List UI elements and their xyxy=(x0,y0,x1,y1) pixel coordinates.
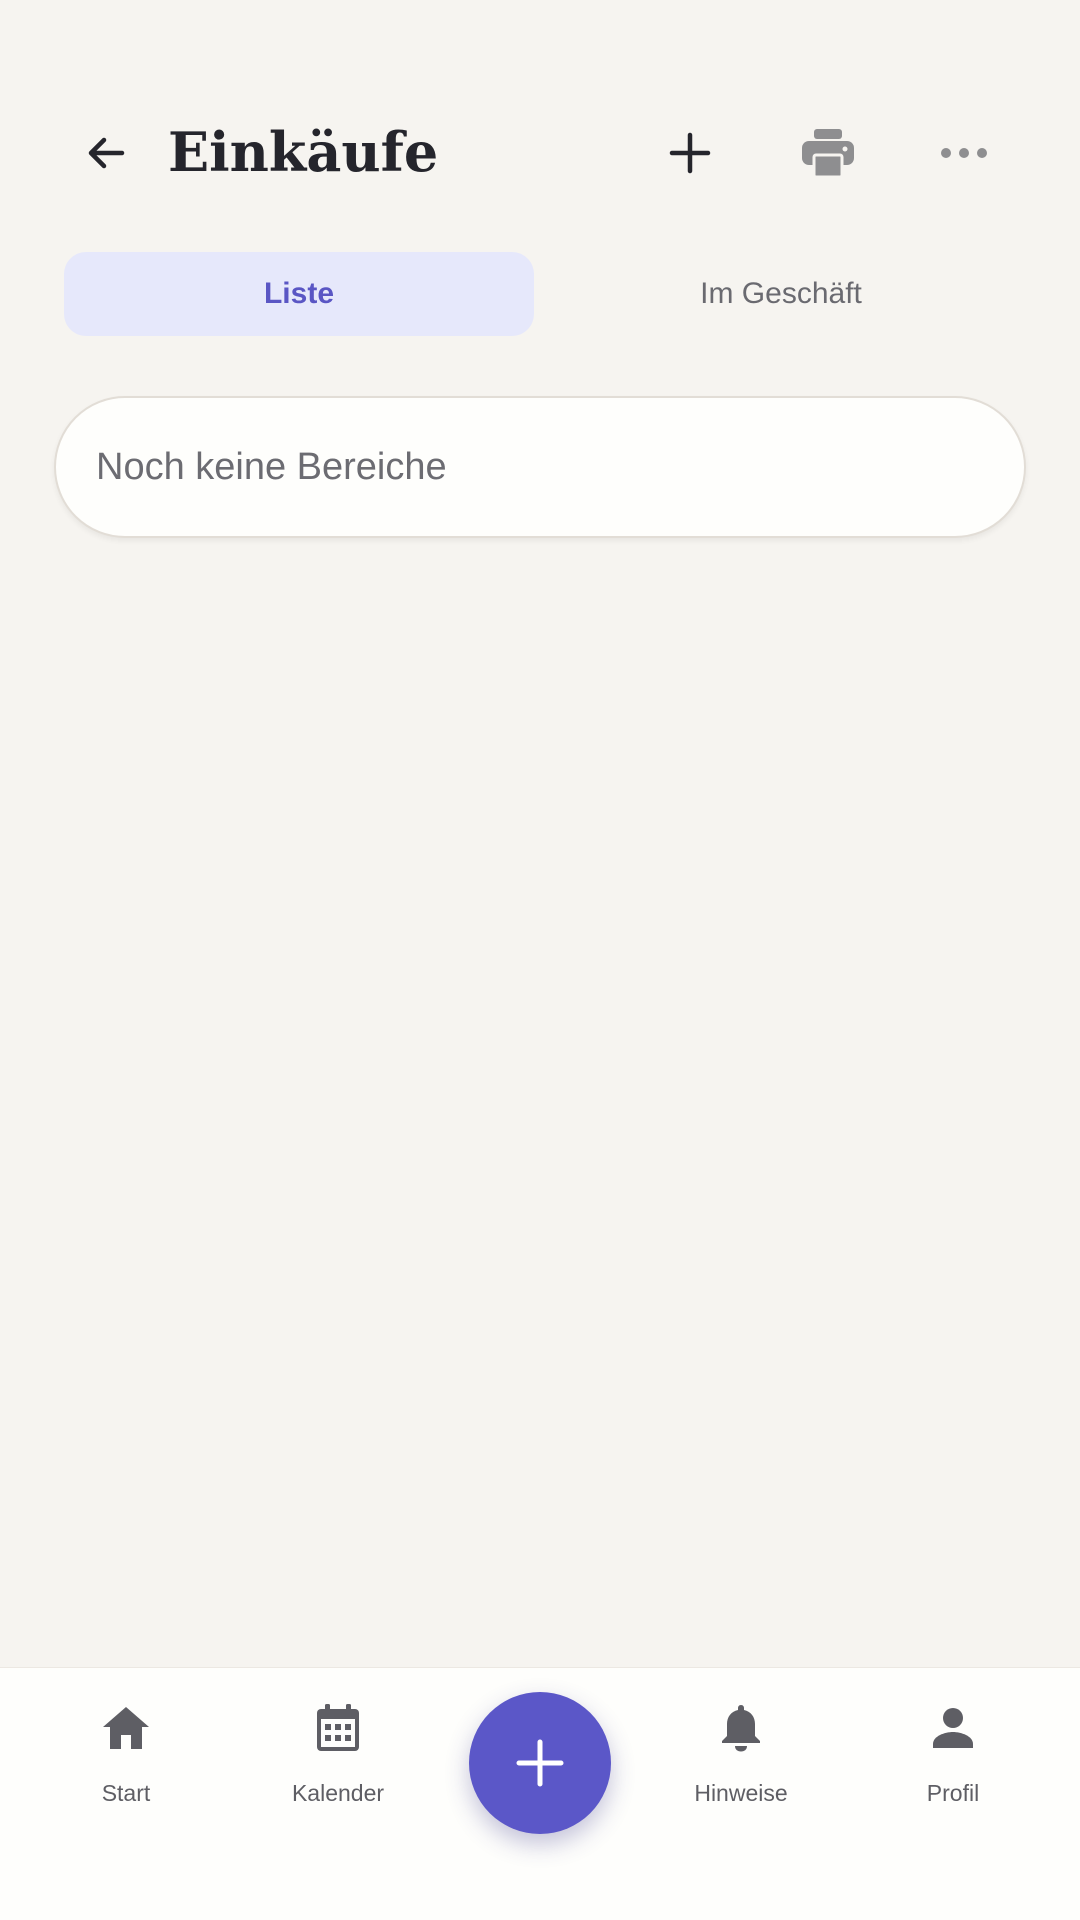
tab-im-geschaeft[interactable]: Im Geschäft xyxy=(546,252,1016,336)
fab-add-button[interactable] xyxy=(469,1692,611,1834)
back-button[interactable] xyxy=(58,105,154,201)
nav-item-kalender[interactable]: Kalender xyxy=(243,1698,433,1828)
nav-label-profil: Profil xyxy=(926,1780,980,1806)
nav-item-profil[interactable]: Profil xyxy=(858,1698,1048,1828)
app-header: Einkäufe xyxy=(0,0,1080,240)
nav-label-start: Start xyxy=(101,1780,151,1806)
view-tabs: Liste Im Geschäft xyxy=(64,252,1016,336)
home-icon xyxy=(96,1698,156,1758)
nav-item-hinweise[interactable]: Hinweise xyxy=(646,1698,836,1828)
arrow-left-icon xyxy=(88,137,125,169)
plus-icon xyxy=(669,132,711,174)
page-title: Einkäufe xyxy=(168,120,439,184)
more-horizontal-icon xyxy=(941,148,987,158)
person-icon xyxy=(923,1698,983,1758)
calendar-icon xyxy=(308,1698,368,1758)
plus-icon xyxy=(516,1739,564,1787)
nav-label-hinweise: Hinweise xyxy=(694,1780,788,1806)
nav-label-kalender: Kalender xyxy=(291,1780,385,1806)
add-item-button[interactable] xyxy=(642,105,738,201)
tab-liste[interactable]: Liste xyxy=(64,252,534,336)
printer-icon xyxy=(802,129,854,179)
empty-state-text: Noch keine Bereiche xyxy=(96,445,447,488)
more-button[interactable] xyxy=(916,105,1012,201)
bell-icon xyxy=(711,1698,771,1758)
nav-item-start[interactable]: Start xyxy=(31,1698,221,1828)
print-button[interactable] xyxy=(780,105,876,201)
empty-state-card: Noch keine Bereiche xyxy=(54,396,1026,538)
